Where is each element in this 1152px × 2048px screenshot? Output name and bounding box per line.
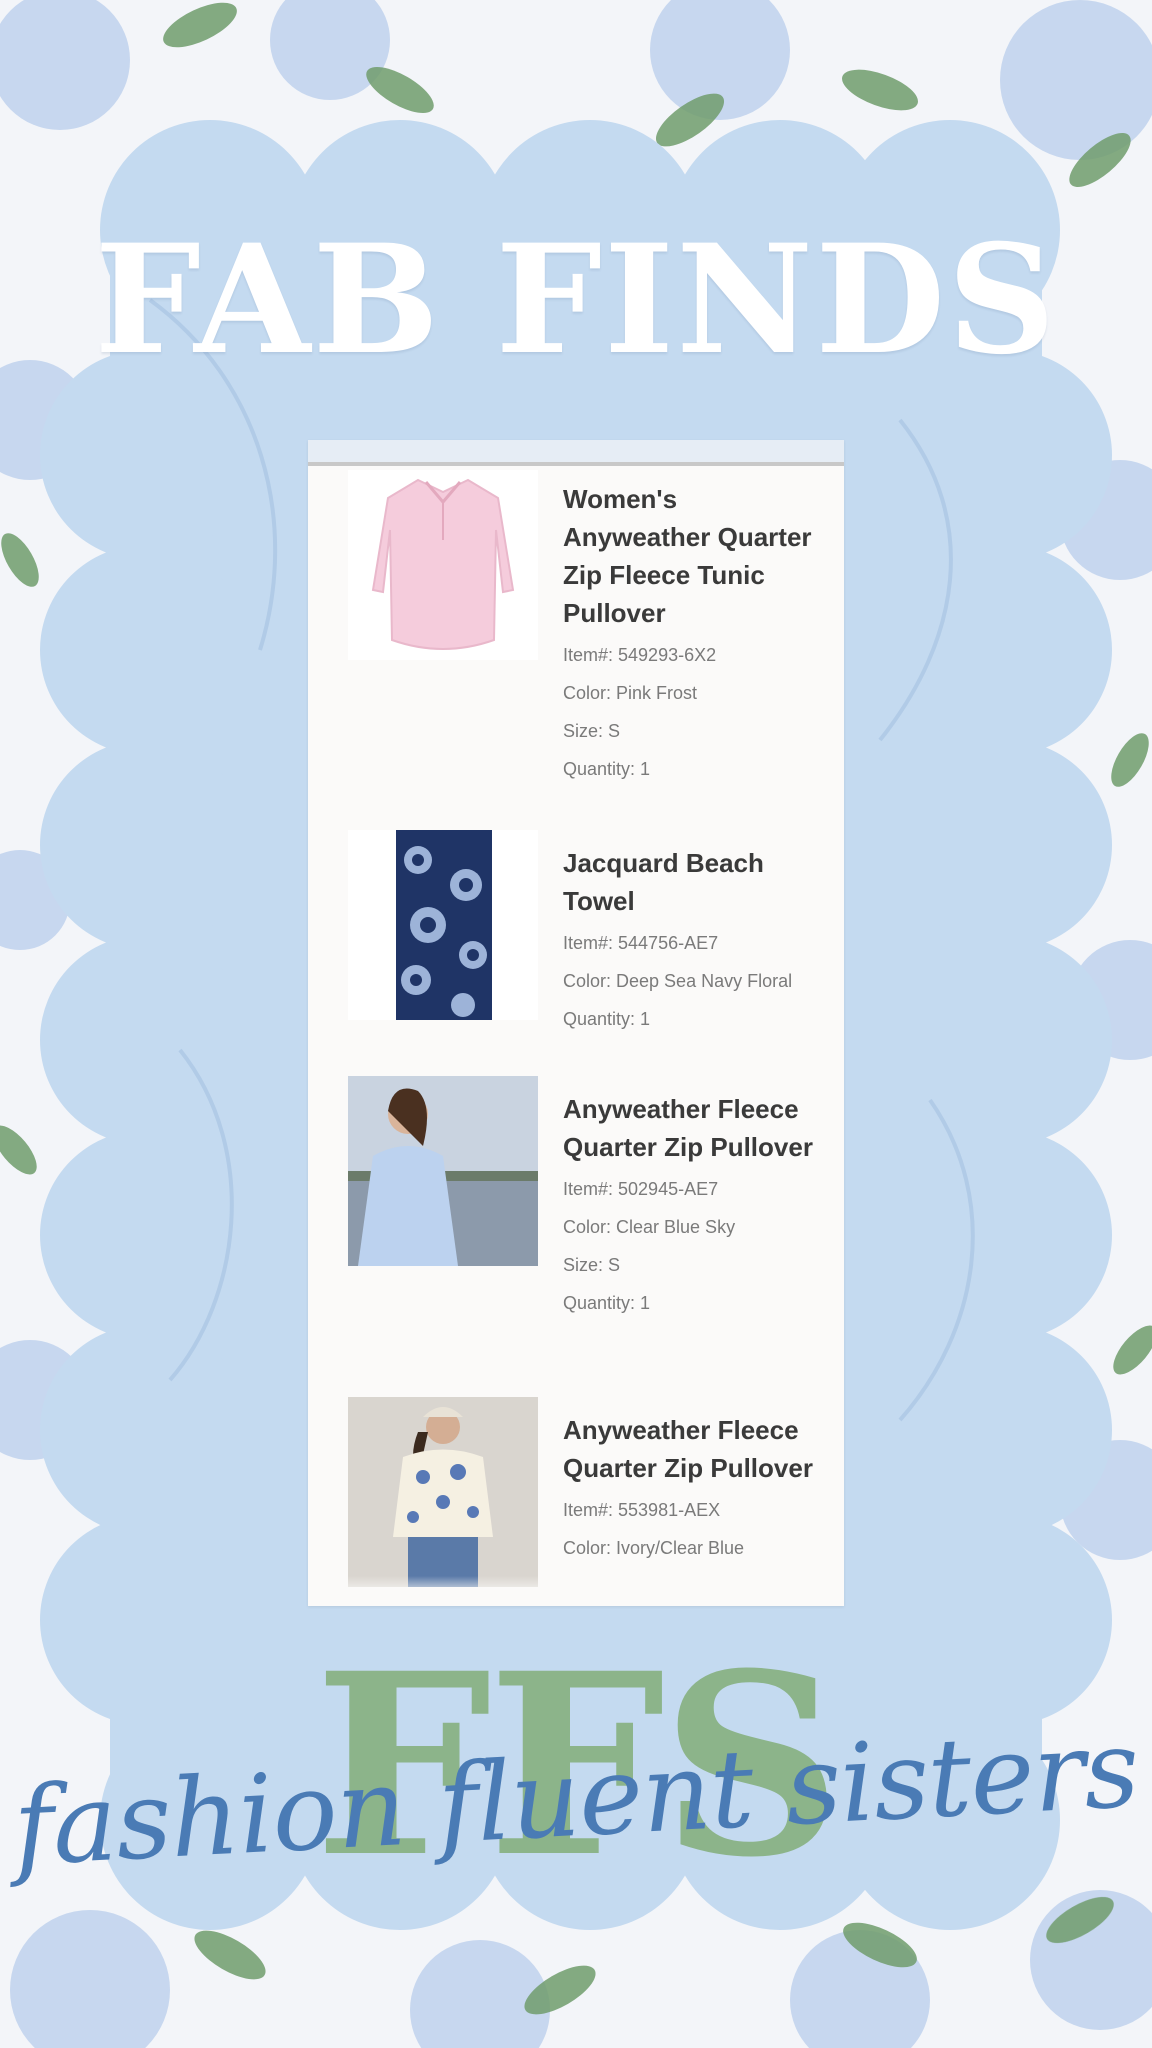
list-item[interactable]: Jacquard Beach Towel Item#: 544756-AE7 C… xyxy=(308,830,844,1060)
product-name[interactable]: Anyweather Fleece Quarter Zip Pullover xyxy=(563,1411,825,1487)
list-item[interactable]: Women's Anyweather Quarter Zip Fleece Tu… xyxy=(308,470,844,800)
item-number: Item#: 549293-6X2 xyxy=(563,645,717,665)
product-name[interactable]: Women's Anyweather Quarter Zip Fleece Tu… xyxy=(563,480,825,632)
page-title: FAB FINDS xyxy=(94,212,1058,388)
item-number: Item#: 502945-AE7 xyxy=(563,1179,719,1199)
item-number: Item#: 553981-AEX xyxy=(563,1500,721,1520)
scroll-fade xyxy=(308,1576,844,1606)
blue-pullover-model-image[interactable] xyxy=(348,1076,538,1266)
card-header-bar xyxy=(308,440,844,466)
order-summary-card: Women's Anyweather Quarter Zip Fleece Tu… xyxy=(308,440,844,1606)
product-details: Anyweather Fleece Quarter Zip Pullover I… xyxy=(563,1411,825,1559)
product-details: Women's Anyweather Quarter Zip Fleece Tu… xyxy=(563,480,825,780)
product-name[interactable]: Jacquard Beach Towel xyxy=(563,844,825,920)
item-quantity: Quantity: 1 xyxy=(563,1009,651,1029)
product-name[interactable]: Anyweather Fleece Quarter Zip Pullover xyxy=(563,1090,825,1166)
list-item[interactable]: Anyweather Fleece Quarter Zip Pullover I… xyxy=(308,1397,844,1606)
item-size: Size: S xyxy=(563,1255,621,1275)
navy-floral-towel-image[interactable] xyxy=(348,830,538,1020)
product-details: Anyweather Fleece Quarter Zip Pullover I… xyxy=(563,1090,825,1314)
item-quantity: Quantity: 1 xyxy=(563,1293,651,1313)
item-size: Size: S xyxy=(563,721,621,741)
item-color: Color: Pink Frost xyxy=(563,683,698,703)
item-color: Color: Clear Blue Sky xyxy=(563,1217,736,1237)
list-item[interactable]: Anyweather Fleece Quarter Zip Pullover I… xyxy=(308,1076,844,1376)
ivory-floral-pullover-model-image[interactable] xyxy=(348,1397,538,1587)
pink-pullover-image[interactable] xyxy=(348,470,538,660)
item-quantity: Quantity: 1 xyxy=(563,759,651,779)
item-color: Color: Deep Sea Navy Floral xyxy=(563,971,793,991)
product-details: Jacquard Beach Towel Item#: 544756-AE7 C… xyxy=(563,844,825,1030)
item-color: Color: Ivory/Clear Blue xyxy=(563,1538,745,1558)
item-number: Item#: 544756-AE7 xyxy=(563,933,719,953)
